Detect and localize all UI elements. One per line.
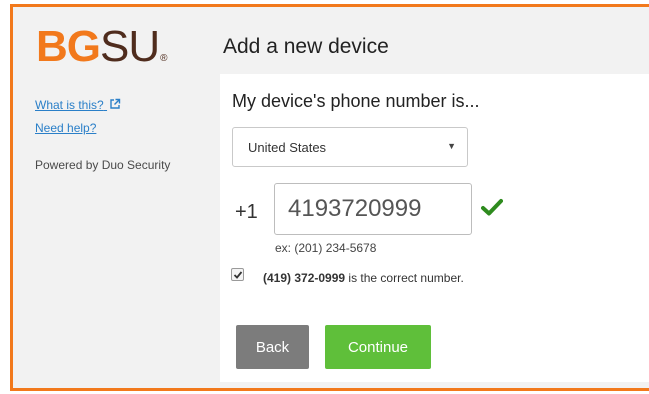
logo-registered-mark: ® <box>160 53 167 64</box>
form-panel: My device's phone number is... United St… <box>220 74 649 382</box>
logo-su-text: SU <box>100 22 160 71</box>
confirm-number-suffix: is the correct number. <box>345 271 464 285</box>
check-icon <box>481 199 503 216</box>
checkmark-icon <box>233 271 243 279</box>
back-button[interactable]: Back <box>236 325 309 369</box>
phone-question-label: My device's phone number is... <box>232 91 480 111</box>
duo-frame: BG SU ® What is this? Need help? Powered… <box>10 4 649 391</box>
what-is-this-label: What is this? <box>35 98 104 112</box>
phone-number-input[interactable] <box>274 183 472 235</box>
logo-bg-text: BG <box>36 22 101 71</box>
country-code-prefix: +1 <box>235 201 258 223</box>
confirm-number-value: (419) 372-0999 <box>263 271 346 285</box>
dropdown-arrow-icon: ▼ <box>447 141 456 151</box>
country-selected-value: United States <box>248 140 327 155</box>
page-title: Add a new device <box>223 35 389 58</box>
phone-example-hint: ex: (201) 234-5678 <box>275 241 377 255</box>
confirm-number-checkbox[interactable] <box>231 268 244 281</box>
continue-button[interactable]: Continue <box>325 325 431 369</box>
country-select[interactable]: United States ▼ <box>232 127 468 167</box>
need-help-link[interactable]: Need help? <box>35 121 96 135</box>
bgsu-logo: BG SU ® <box>36 22 168 81</box>
external-link-icon <box>110 98 121 109</box>
confirm-number-label: (419) 372-0999 is the correct number. <box>263 271 464 285</box>
what-is-this-link[interactable]: What is this? <box>35 98 121 112</box>
sidebar: BG SU ® What is this? Need help? Powered… <box>13 7 211 388</box>
powered-by-text: Powered by Duo Security <box>35 158 171 172</box>
